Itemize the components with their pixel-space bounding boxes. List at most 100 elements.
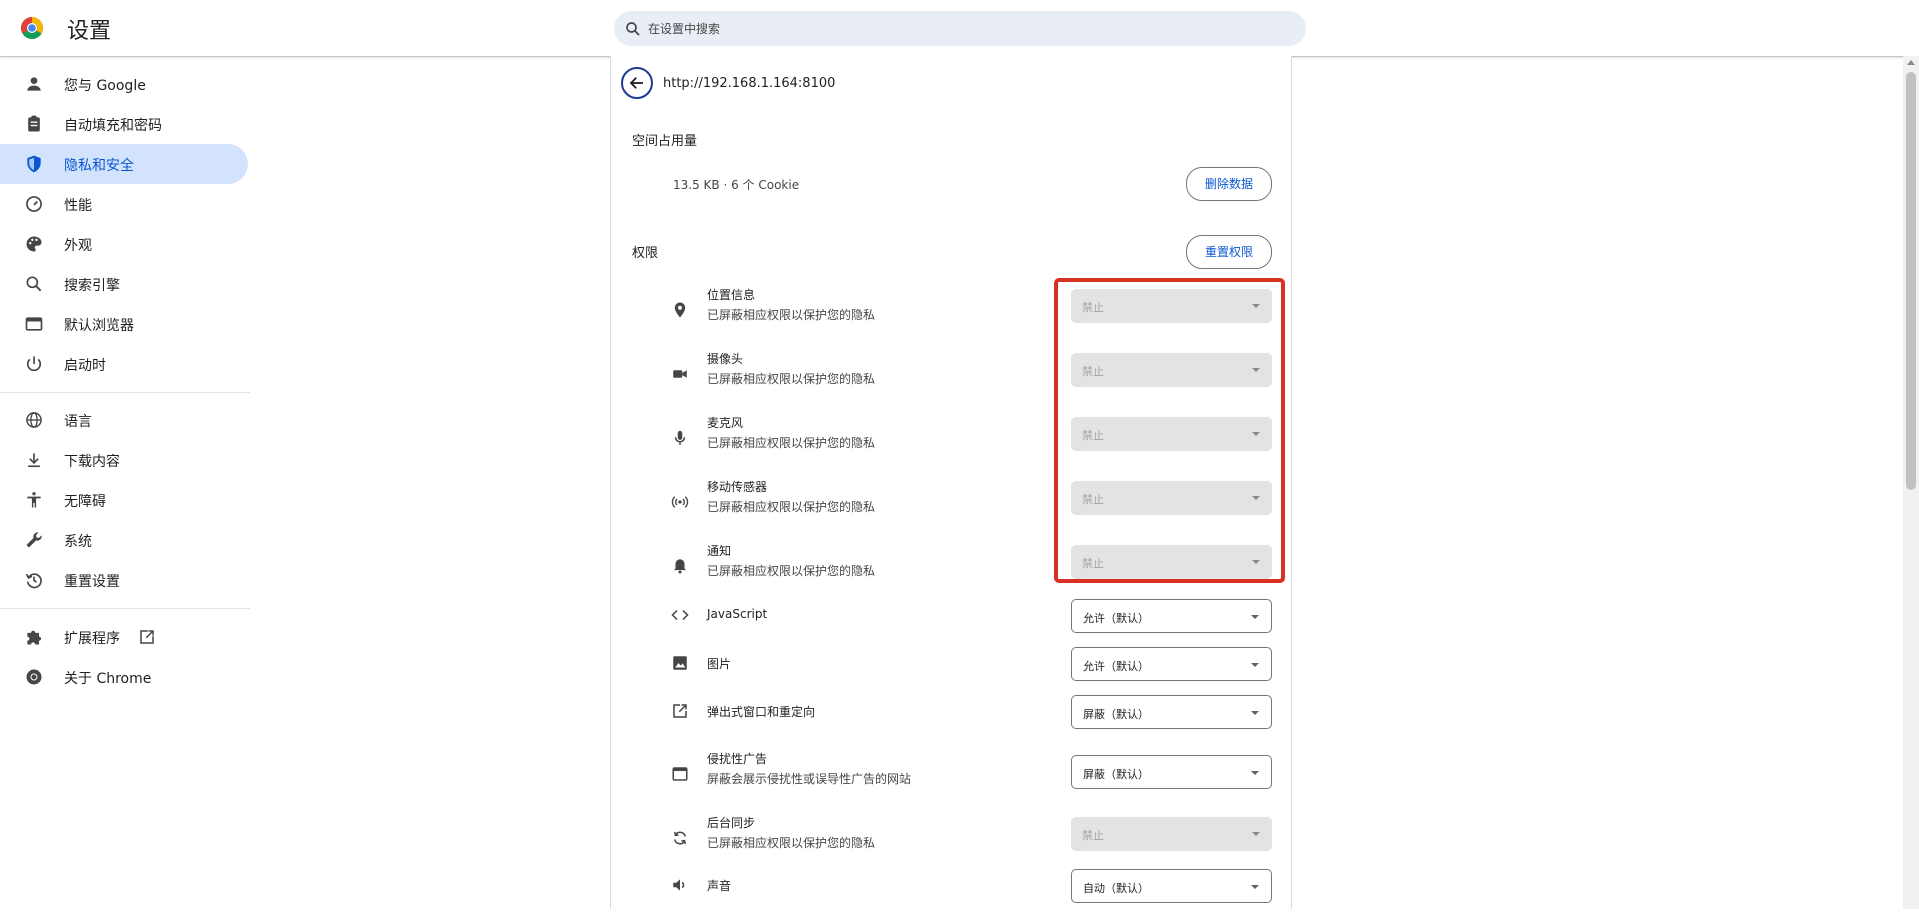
permission-select-intrusive-ads[interactable]: 屏蔽（默认）: [1071, 755, 1272, 789]
permission-row-sound: 声音 自动（默认）: [611, 868, 1291, 914]
chevron-down-icon: [1251, 615, 1259, 619]
ad-window-icon: [672, 767, 688, 781]
sync-icon: [674, 831, 686, 845]
speedometer-icon: [26, 196, 42, 212]
permission-title: 麦克风: [707, 416, 744, 430]
permission-row-intrusive-ads: 侵扰性广告 屏蔽会展示侵扰性或误导性广告的网站 屏蔽（默认）: [611, 750, 1291, 804]
settings-sidebar: 您与 Google 自动填充和密码 隐私和安全 性能 外观 搜索引擎 默认浏览器…: [0, 56, 250, 909]
scroll-up-arrow-icon[interactable]: [1907, 60, 1915, 65]
sidebar-item-on-startup[interactable]: 启动时: [0, 344, 248, 384]
sidebar-item-system[interactable]: 系统: [0, 520, 248, 560]
sidebar-item-label: 默认浏览器: [64, 318, 134, 334]
back-button[interactable]: [621, 67, 653, 99]
sidebar-item-label: 外观: [64, 238, 92, 254]
camera-icon: [673, 370, 687, 378]
sidebar-item-about-chrome[interactable]: 关于 Chrome: [0, 657, 248, 697]
page-title: 设置: [67, 19, 112, 44]
sidebar-item-search-engine[interactable]: 搜索引擎: [0, 264, 248, 304]
chevron-down-icon: [1251, 885, 1259, 889]
reset-permissions-button[interactable]: 重置权限: [1186, 235, 1272, 269]
clipboard-icon: [28, 115, 40, 132]
sensors-icon: [671, 496, 689, 508]
delete-data-button[interactable]: 删除数据: [1186, 167, 1272, 201]
sidebar-item-default-browser[interactable]: 默认浏览器: [0, 304, 248, 344]
browser-window-icon: [25, 317, 43, 331]
permission-select-popups[interactable]: 屏蔽（默认）: [1071, 695, 1272, 729]
code-icon: [671, 609, 689, 621]
sidebar-item-downloads[interactable]: 下载内容: [0, 440, 248, 480]
scrollbar-thumb[interactable]: [1906, 72, 1916, 490]
sidebar-item-label: 启动时: [64, 358, 106, 374]
sidebar-item-label: 无障碍: [64, 494, 106, 510]
bell-icon: [674, 559, 686, 574]
permission-title: 后台同步: [707, 816, 756, 830]
site-url: http://192.168.1.164:8100: [663, 76, 836, 91]
permission-row-images: 图片 允许（默认）: [611, 646, 1291, 692]
download-icon: [28, 453, 40, 468]
select-value: 屏蔽（默认）: [1083, 768, 1149, 781]
open-in-new-icon: [140, 630, 154, 644]
shield-icon: [27, 155, 41, 173]
select-value: 屏蔽（默认）: [1083, 708, 1149, 721]
sidebar-item-extensions[interactable]: 扩展程序: [0, 617, 248, 657]
permission-select-javascript[interactable]: 允许（默认）: [1071, 599, 1272, 633]
chevron-down-icon: [1251, 663, 1259, 667]
sidebar-divider: [0, 608, 250, 609]
person-icon: [27, 77, 41, 91]
sidebar-item-privacy-security[interactable]: 隐私和安全: [0, 144, 248, 184]
chrome-logo-icon: [21, 17, 43, 39]
sidebar-item-appearance[interactable]: 外观: [0, 224, 248, 264]
sidebar-item-label: 系统: [64, 534, 92, 550]
search-icon: [26, 276, 42, 292]
select-value: 禁止: [1082, 829, 1104, 842]
wrench-icon: [26, 532, 42, 548]
permission-title: 图片: [707, 657, 732, 671]
settings-header: 设置 在设置中搜索: [0, 0, 1919, 57]
chevron-down-icon: [1251, 771, 1259, 775]
sidebar-item-autofill[interactable]: 自动填充和密码: [0, 104, 248, 144]
history-icon: [25, 573, 42, 589]
sidebar-item-label: 关于 Chrome: [64, 671, 152, 687]
usage-section-label: 空间占用量: [632, 134, 698, 149]
sidebar-item-reset-settings[interactable]: 重置设置: [0, 560, 248, 600]
permission-title: 侵扰性广告: [707, 752, 768, 766]
sidebar-item-accessibility[interactable]: 无障碍: [0, 480, 248, 520]
permission-select-images[interactable]: 允许（默认）: [1071, 647, 1272, 681]
permission-title: 移动传感器: [707, 480, 768, 494]
permission-subtitle: 已屏蔽相应权限以保护您的隐私: [707, 564, 876, 578]
sidebar-item-label: 隐私和安全: [64, 158, 134, 174]
permission-subtitle: 屏蔽会展示侵扰性或误导性广告的网站: [707, 772, 912, 786]
usage-value: 13.5 KB · 6 个 Cookie: [673, 178, 800, 192]
permission-subtitle: 已屏蔽相应权限以保护您的隐私: [707, 836, 876, 850]
settings-search-box[interactable]: 在设置中搜索: [614, 11, 1306, 46]
sidebar-item-label: 下载内容: [64, 454, 120, 470]
permissions-section-label: 权限: [632, 246, 659, 261]
chevron-down-icon: [1252, 832, 1260, 836]
sidebar-item-label: 您与 Google: [64, 78, 146, 94]
palette-icon: [26, 236, 42, 252]
sidebar-item-label: 重置设置: [64, 574, 120, 590]
highlight-annotation: [1054, 278, 1285, 583]
globe-icon: [26, 412, 42, 428]
image-icon: [673, 656, 687, 670]
microphone-icon: [674, 430, 686, 445]
sidebar-item-languages[interactable]: 语言: [0, 400, 248, 440]
sidebar-item-performance[interactable]: 性能: [0, 184, 248, 224]
permission-title: 声音: [707, 879, 732, 893]
sidebar-divider: [0, 392, 250, 393]
sidebar-item-you-and-google[interactable]: 您与 Google: [0, 64, 248, 104]
open-in-new-icon: [673, 704, 687, 718]
page-scrollbar[interactable]: [1903, 56, 1919, 909]
select-value: 自动（默认）: [1083, 882, 1149, 895]
permission-select-sound[interactable]: 自动（默认）: [1071, 869, 1272, 903]
permission-row-background-sync: 后台同步 已屏蔽相应权限以保护您的隐私 禁止: [611, 814, 1291, 868]
permission-title: 弹出式窗口和重定向: [707, 705, 816, 719]
chrome-icon: [26, 669, 42, 685]
search-input[interactable]: 在设置中搜索: [648, 20, 720, 37]
puzzle-icon: [27, 630, 42, 645]
permission-subtitle: 已屏蔽相应权限以保护您的隐私: [707, 500, 876, 514]
chevron-down-icon: [1251, 711, 1259, 715]
permission-title: JavaScript: [707, 607, 768, 621]
sidebar-item-label: 性能: [64, 198, 92, 214]
permission-select-background-sync[interactable]: 禁止: [1071, 817, 1272, 851]
